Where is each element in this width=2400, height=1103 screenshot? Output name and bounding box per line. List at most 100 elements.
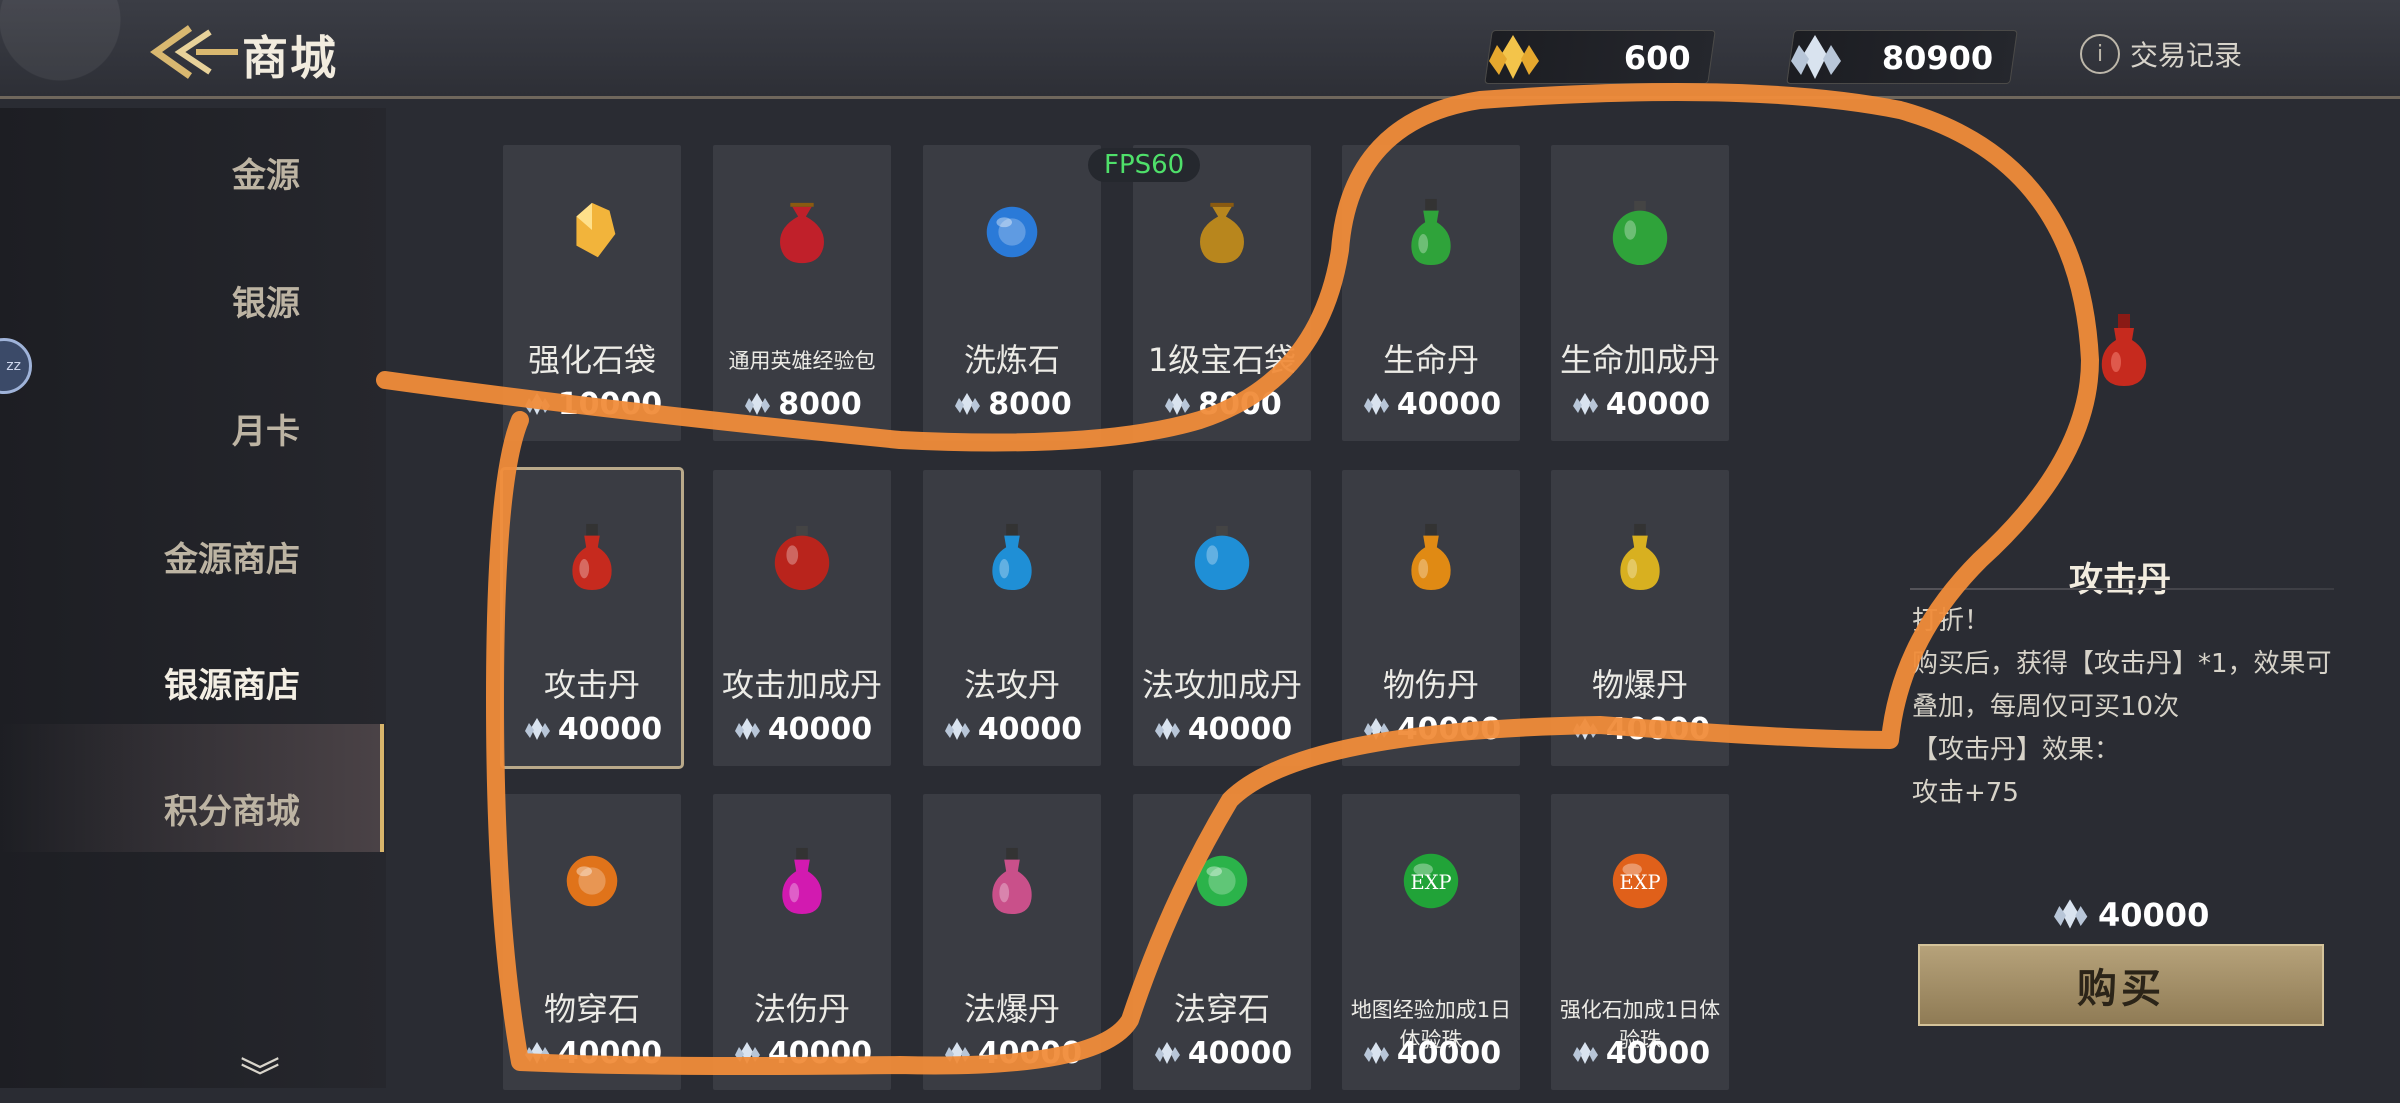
shop-item-price-value: 40000 <box>977 1036 1083 1071</box>
shop-item-price: 40000 <box>503 1036 681 1071</box>
green-potion-icon <box>1411 198 1451 266</box>
transaction-history-button[interactable]: i 交易记录 <box>2080 34 2242 74</box>
shop-item-card[interactable]: 物伤丹 40000 <box>1342 470 1520 766</box>
sidebar-item-gold-shop[interactable]: 金源商店 <box>164 532 300 581</box>
buy-button[interactable]: 购买 <box>1918 944 2324 1026</box>
exp-orb-label: EXP <box>1410 871 1451 894</box>
top-bar: 商城 600 80900 i 交易记录 <box>0 0 2400 99</box>
silver-crystal-icon <box>1154 718 1180 740</box>
silver-crystal-icon <box>1572 1042 1598 1064</box>
shop-item-card[interactable]: 洗炼石 8000 <box>923 145 1101 441</box>
shop-item-price-value: 40000 <box>557 1036 663 1071</box>
shop-item-price-value: 8000 <box>1198 387 1282 422</box>
shop-item-name: 法穿石 <box>1173 990 1270 1028</box>
shop-item-price-value: 40000 <box>1187 712 1293 747</box>
info-icon: i <box>2080 34 2120 74</box>
shop-item-card[interactable]: 法攻加成丹 40000 <box>1133 470 1311 766</box>
shop-item-card[interactable]: 生命丹 40000 <box>1342 145 1520 441</box>
shop-item-card[interactable]: 1级宝石袋 8000 <box>1133 145 1311 441</box>
shop-item-card[interactable]: 物爆丹 40000 <box>1551 470 1729 766</box>
shop-item-name: 生命丹 <box>1382 341 1479 379</box>
shop-item-price-value: 40000 <box>1396 1036 1502 1071</box>
shop-item-price-value: 10000 <box>557 387 663 422</box>
magenta-potion-icon <box>782 847 822 915</box>
silver-crystal-icon <box>1363 718 1389 740</box>
shop-item-card[interactable]: EXP 强化石加成1日体验珠 40000 <box>1551 794 1729 1090</box>
shop-item-price: 10000 <box>503 387 681 422</box>
red-pouch-icon <box>780 202 824 264</box>
sidebar-item-silver-shop[interactable]: 银源商店 <box>164 658 300 707</box>
shop-item-price: 40000 <box>503 712 681 747</box>
silver-currency: 80900 <box>1786 30 2018 84</box>
shop-item-card[interactable]: 生命加成丹 40000 <box>1551 145 1729 441</box>
shop-item-price: 40000 <box>1551 1036 1729 1071</box>
gold-crystal-icon <box>1489 35 1539 79</box>
sidebar-item-silver-source[interactable]: 银源 <box>232 276 300 325</box>
blue-potion-icon <box>992 523 1032 591</box>
silver-crystal-icon <box>955 393 981 415</box>
detail-line: 攻击+75 <box>1912 778 2019 808</box>
sidebar: 金源 银源 月卡 金源商店 银源商店 积分商城 <box>0 108 386 1088</box>
shop-item-name: 1级宝石袋 <box>1147 341 1297 379</box>
shop-item-price-value: 40000 <box>977 712 1083 747</box>
shop-item-card[interactable]: 物穿石 40000 <box>503 794 681 1090</box>
shop-item-price: 8000 <box>923 387 1101 422</box>
blue-orb-icon <box>986 206 1038 258</box>
rainbow-potion-icon <box>992 847 1032 915</box>
orange-stone-icon <box>566 855 618 907</box>
detail-description: 打折！ 购买后，获得【攻击丹】*1，效果可叠加，每周仅可买10次 【攻击丹】效果… <box>1912 600 2332 815</box>
shop-item-card[interactable]: 通用英雄经验包 8000 <box>713 145 891 441</box>
shop-item-price: 40000 <box>923 1036 1101 1071</box>
shop-item-card[interactable]: 攻击丹 40000 <box>500 467 684 769</box>
silver-crystal-icon <box>524 718 550 740</box>
sidebar-item-gold-source[interactable]: 金源 <box>232 148 300 197</box>
shop-item-name: 物伤丹 <box>1382 666 1479 704</box>
shop-item-name: 生命加成丹 <box>1559 341 1720 379</box>
detail-line: 购买后，获得【攻击丹】*1，效果可叠加，每周仅可买10次 <box>1912 649 2332 722</box>
detail-line: 【攻击丹】效果： <box>1912 735 2121 765</box>
shop-item-name: 洗炼石 <box>963 341 1060 379</box>
shop-item-price: 40000 <box>713 1036 891 1071</box>
exp-green-orb-icon: EXP <box>1403 853 1459 909</box>
green-flask-icon <box>1612 200 1668 266</box>
shop-item-card[interactable]: 法伤丹 40000 <box>713 794 891 1090</box>
shop-item-price-value: 40000 <box>1396 712 1502 747</box>
shop-item-name: 法爆丹 <box>963 990 1060 1028</box>
silver-crystal-icon <box>1363 1042 1389 1064</box>
shop-item-card[interactable]: 强化石袋 10000 <box>503 145 681 441</box>
silver-crystal-icon <box>944 718 970 740</box>
shop-item-price-value: 40000 <box>767 1036 873 1071</box>
detail-line: 打折！ <box>1912 606 1991 636</box>
shop-item-price: 40000 <box>1551 387 1729 422</box>
transaction-history-label: 交易记录 <box>2130 39 2243 72</box>
silver-crystal-icon <box>734 1042 760 1064</box>
shop-item-card[interactable]: 法爆丹 40000 <box>923 794 1101 1090</box>
shop-item-price-value: 40000 <box>1187 1036 1293 1071</box>
silver-crystal-icon <box>1572 718 1598 740</box>
sidebar-item-monthly-card[interactable]: 月卡 <box>232 404 300 453</box>
shop-item-price: 40000 <box>1133 1036 1311 1071</box>
shop-item-card[interactable]: 法穿石 40000 <box>1133 794 1311 1090</box>
shop-item-price: 40000 <box>1342 387 1520 422</box>
shop-item-name: 攻击加成丹 <box>721 666 882 704</box>
silver-crystal-icon <box>734 718 760 740</box>
exp-orb-label: EXP <box>1619 871 1660 894</box>
shop-item-card[interactable]: 法攻丹 40000 <box>923 470 1101 766</box>
sidebar-item-points-mall[interactable]: 积分商城 <box>164 784 300 833</box>
shop-item-name: 法伤丹 <box>753 990 850 1028</box>
back-arrow-icon[interactable] <box>150 22 240 82</box>
shop-item-price: 40000 <box>1342 1036 1520 1071</box>
shop-item-card[interactable]: EXP 地图经验加成1日体验珠 40000 <box>1342 794 1520 1090</box>
shop-item-name: 强化石袋 <box>527 341 656 379</box>
scroll-more-icon[interactable]: ︾ <box>240 1045 280 1103</box>
shop-item-name: 物穿石 <box>543 990 640 1028</box>
detail-price-value: 40000 <box>2098 896 2210 934</box>
detail-price: 40000 <box>2050 896 2209 934</box>
shop-item-price-value: 40000 <box>557 712 663 747</box>
silver-crystal-icon <box>2054 899 2088 929</box>
shop-item-card[interactable]: 攻击加成丹 40000 <box>713 470 891 766</box>
shop-item-price-value: 40000 <box>767 712 873 747</box>
detail-title: 攻击丹 <box>2069 560 2171 600</box>
exp-orange-orb-icon: EXP <box>1612 853 1668 909</box>
selected-item-preview-icon <box>2101 314 2147 386</box>
